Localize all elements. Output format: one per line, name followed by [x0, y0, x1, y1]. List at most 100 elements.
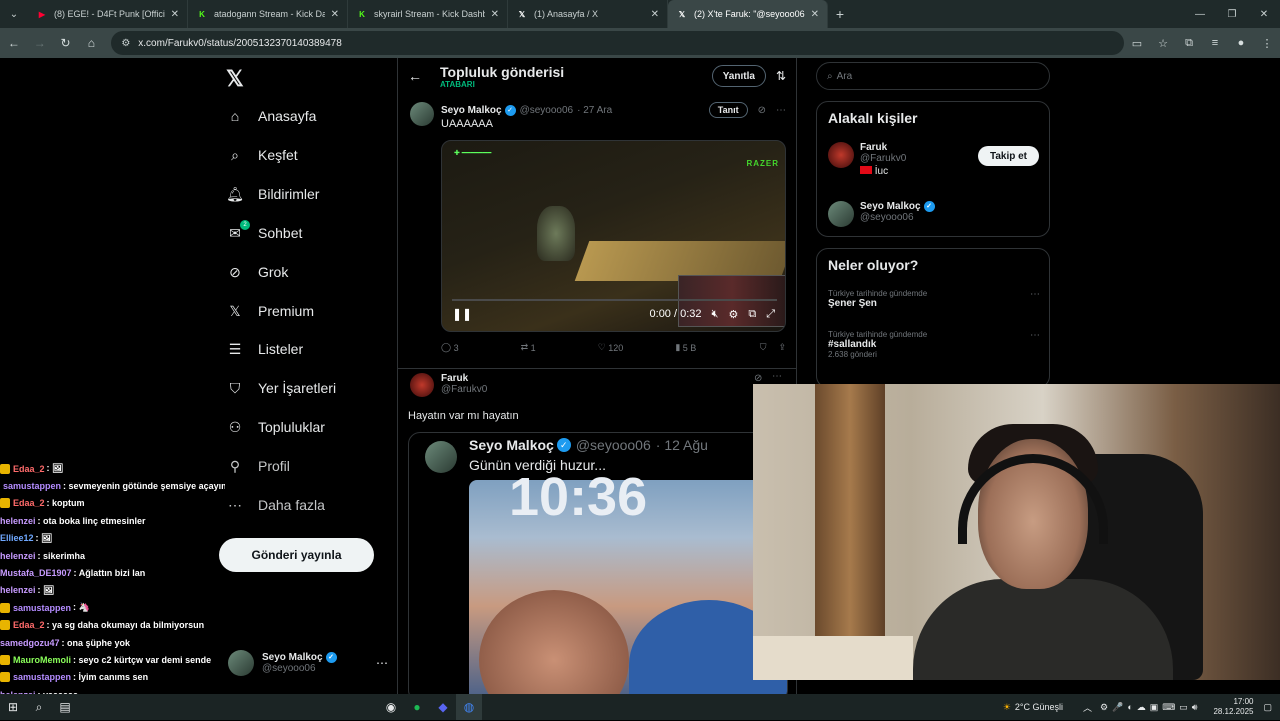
- filter-icon[interactable]: ⇅: [776, 69, 786, 83]
- nav-item-communities[interactable]: ⚇ Topluluklar: [226, 412, 325, 442]
- nav-item-search[interactable]: ⌕ Keşfet: [226, 140, 298, 170]
- share-icon[interactable]: ⇪: [778, 342, 786, 353]
- post-date[interactable]: · 27 Ara: [577, 105, 612, 116]
- more-options-icon[interactable]: ⋯: [776, 105, 786, 116]
- reload-icon[interactable]: ↻: [54, 31, 78, 55]
- back-arrow-icon[interactable]: ←: [408, 68, 422, 84]
- nav-item-bookmark[interactable]: ⛉ Yer İşaretleri: [226, 373, 336, 403]
- new-tab-button[interactable]: +: [828, 6, 852, 22]
- site-info-icon[interactable]: ⚙: [121, 38, 130, 49]
- person-name[interactable]: Faruk: [860, 142, 906, 153]
- browser-menu-icon[interactable]: ⋮: [1254, 37, 1280, 50]
- author-handle[interactable]: @Farukv0: [441, 384, 487, 395]
- quoted-post[interactable]: Seyo Malkoç ✓ @seyooo06 · 12 Ağu Günün v…: [408, 432, 788, 694]
- more-options-icon[interactable]: ⋯: [772, 371, 782, 382]
- more-options-icon[interactable]: ⋯: [1030, 289, 1040, 300]
- nav-item-home[interactable]: ⌂ Anasayfa: [226, 101, 317, 131]
- cast-icon[interactable]: ▭: [1124, 37, 1150, 50]
- reading-list-icon[interactable]: ≡: [1202, 37, 1228, 50]
- close-tab-icon[interactable]: ✕: [811, 9, 819, 20]
- avatar[interactable]: [828, 142, 854, 168]
- back-icon[interactable]: ←: [2, 31, 26, 55]
- forward-icon[interactable]: →: [28, 31, 52, 55]
- nav-item-profile[interactable]: ⚲ Profil: [226, 451, 290, 481]
- views-action[interactable]: ▮ 5 B: [675, 342, 696, 353]
- author-name[interactable]: Faruk: [441, 373, 487, 384]
- chrome-icon[interactable]: ◍: [456, 694, 482, 720]
- extensions-icon[interactable]: ⧉: [1176, 37, 1202, 50]
- settings-gear-icon[interactable]: ⚙: [728, 308, 738, 321]
- person-handle[interactable]: @seyooo06: [860, 212, 935, 223]
- close-window-icon[interactable]: ✕: [1248, 0, 1280, 28]
- trend-item[interactable]: Türkiye tarihinde gündemde Şener Şen ⋯: [828, 289, 1040, 309]
- quote-author-name[interactable]: Seyo Malkoç: [469, 437, 554, 453]
- post-button[interactable]: Gönderi yayınla: [219, 538, 374, 572]
- browser-tab[interactable]: 𝕏 (2) X'te Faruk: "@seyooo06 Hay ✕: [668, 0, 828, 28]
- follow-button[interactable]: Takip et: [977, 146, 1039, 166]
- person-name[interactable]: Seyo Malkoç: [860, 201, 921, 212]
- nav-item-mail[interactable]: ✉ Sohbet 2: [226, 218, 302, 248]
- post[interactable]: Seyo Malkoç ✓ @seyooo06 · 27 Ara Tanıt ⊘…: [398, 98, 796, 368]
- author-handle[interactable]: @seyooo06: [520, 105, 574, 116]
- nav-item-more[interactable]: ⋯ Daha fazla: [226, 490, 325, 520]
- avatar[interactable]: [410, 373, 434, 397]
- weather-icon[interactable]: ☀: [1003, 702, 1011, 713]
- grok-icon[interactable]: ⊘: [758, 105, 766, 116]
- bookmark-icon[interactable]: ⛉: [760, 342, 767, 353]
- close-tab-icon[interactable]: ✕: [651, 9, 659, 20]
- promote-button[interactable]: Tanıt: [708, 102, 748, 118]
- community-name[interactable]: ATABARI: [440, 80, 564, 89]
- video-player[interactable]: ✚ ━━━━━━━ RAZER ❚❚ 0:00 / 0:32 🔇︎ ⚙ ⧉ ⤢: [441, 140, 786, 332]
- reply-action[interactable]: ◯ 3: [441, 342, 459, 353]
- tab-search-icon[interactable]: ⌄: [0, 0, 28, 28]
- trend-item[interactable]: Türkiye tarihinde gündemde #sallandık 2.…: [828, 330, 1040, 359]
- browser-tab[interactable]: ▶ (8) EGE! - D4Ft Punk [Official Ly ✕: [28, 0, 188, 28]
- like-action[interactable]: ♡ 120: [598, 342, 624, 353]
- url-field[interactable]: ⚙ x.com/Farukv0/status/20051323701403894…: [111, 31, 1124, 55]
- browser-tab[interactable]: Kskyrairl Stream - Kick Dashboa ✕: [348, 0, 508, 28]
- discord-icon[interactable]: ◆: [430, 694, 456, 720]
- minimize-icon[interactable]: —: [1184, 0, 1216, 28]
- app-icon[interactable]: ◉: [378, 694, 404, 720]
- profile-avatar-icon[interactable]: ●: [1228, 37, 1254, 50]
- author-name[interactable]: Seyo Malkoç: [441, 105, 502, 116]
- person-handle[interactable]: @Farukv0: [860, 153, 906, 164]
- nav-item-list[interactable]: ☰ Listeler: [226, 334, 303, 364]
- mute-icon[interactable]: 🔇︎: [712, 308, 719, 321]
- search-taskbar-icon[interactable]: ⌕: [26, 694, 52, 720]
- weather-text[interactable]: 2°C Güneşli: [1015, 702, 1063, 712]
- repost-action[interactable]: ⇄ 1: [521, 342, 536, 353]
- more-options-icon[interactable]: ⋯: [376, 656, 388, 670]
- avatar[interactable]: [425, 441, 457, 473]
- more-options-icon[interactable]: ⋯: [1030, 330, 1040, 341]
- grok-icon[interactable]: ⊘: [754, 373, 762, 384]
- nav-item-grok[interactable]: ⊘ Grok: [226, 257, 288, 287]
- close-tab-icon[interactable]: ✕: [491, 9, 499, 20]
- x-logo-icon[interactable]: 𝕏: [226, 66, 244, 92]
- close-tab-icon[interactable]: ✕: [331, 9, 339, 20]
- task-view-icon[interactable]: ▤: [52, 694, 78, 720]
- nav-item-x-premium[interactable]: 𝕏 Premium: [226, 296, 314, 326]
- pip-icon[interactable]: ⧉: [748, 308, 756, 321]
- home-browser-icon[interactable]: ⌂: [79, 31, 103, 55]
- bookmark-star-icon[interactable]: ☆: [1150, 37, 1176, 50]
- tray-icons[interactable]: ⚙🎤◐☁▣⌨▭🔊︎: [1100, 702, 1201, 713]
- quote-photo[interactable]: 10:36: [469, 467, 787, 694]
- windows-start-icon[interactable]: ⊞: [0, 694, 26, 720]
- tray-chevron-icon[interactable]: ︿: [1083, 701, 1092, 714]
- browser-tab[interactable]: 𝕏 (1) Anasayfa / X ✕: [508, 0, 668, 28]
- search-input[interactable]: ⌕ Ara: [816, 62, 1050, 90]
- spotify-icon[interactable]: ●: [404, 694, 430, 720]
- account-switcher[interactable]: Seyo Malkoç ✓ @seyooo06 ⋯: [228, 648, 388, 678]
- restore-icon[interactable]: ❐: [1216, 0, 1248, 28]
- fullscreen-icon[interactable]: ⤢: [766, 308, 775, 321]
- reply-button[interactable]: Yanıtla: [711, 65, 766, 87]
- avatar[interactable]: [828, 201, 854, 227]
- avatar[interactable]: [410, 102, 434, 126]
- quote-date[interactable]: · 12 Ağu: [656, 437, 708, 453]
- notification-icon[interactable]: ▢: [1263, 702, 1272, 713]
- quote-author-handle[interactable]: @seyooo06: [576, 437, 651, 453]
- nav-item-bell[interactable]: 🔔︎ Bildirimler: [226, 179, 319, 209]
- close-tab-icon[interactable]: ✕: [171, 9, 179, 20]
- pause-icon[interactable]: ❚❚: [452, 307, 472, 321]
